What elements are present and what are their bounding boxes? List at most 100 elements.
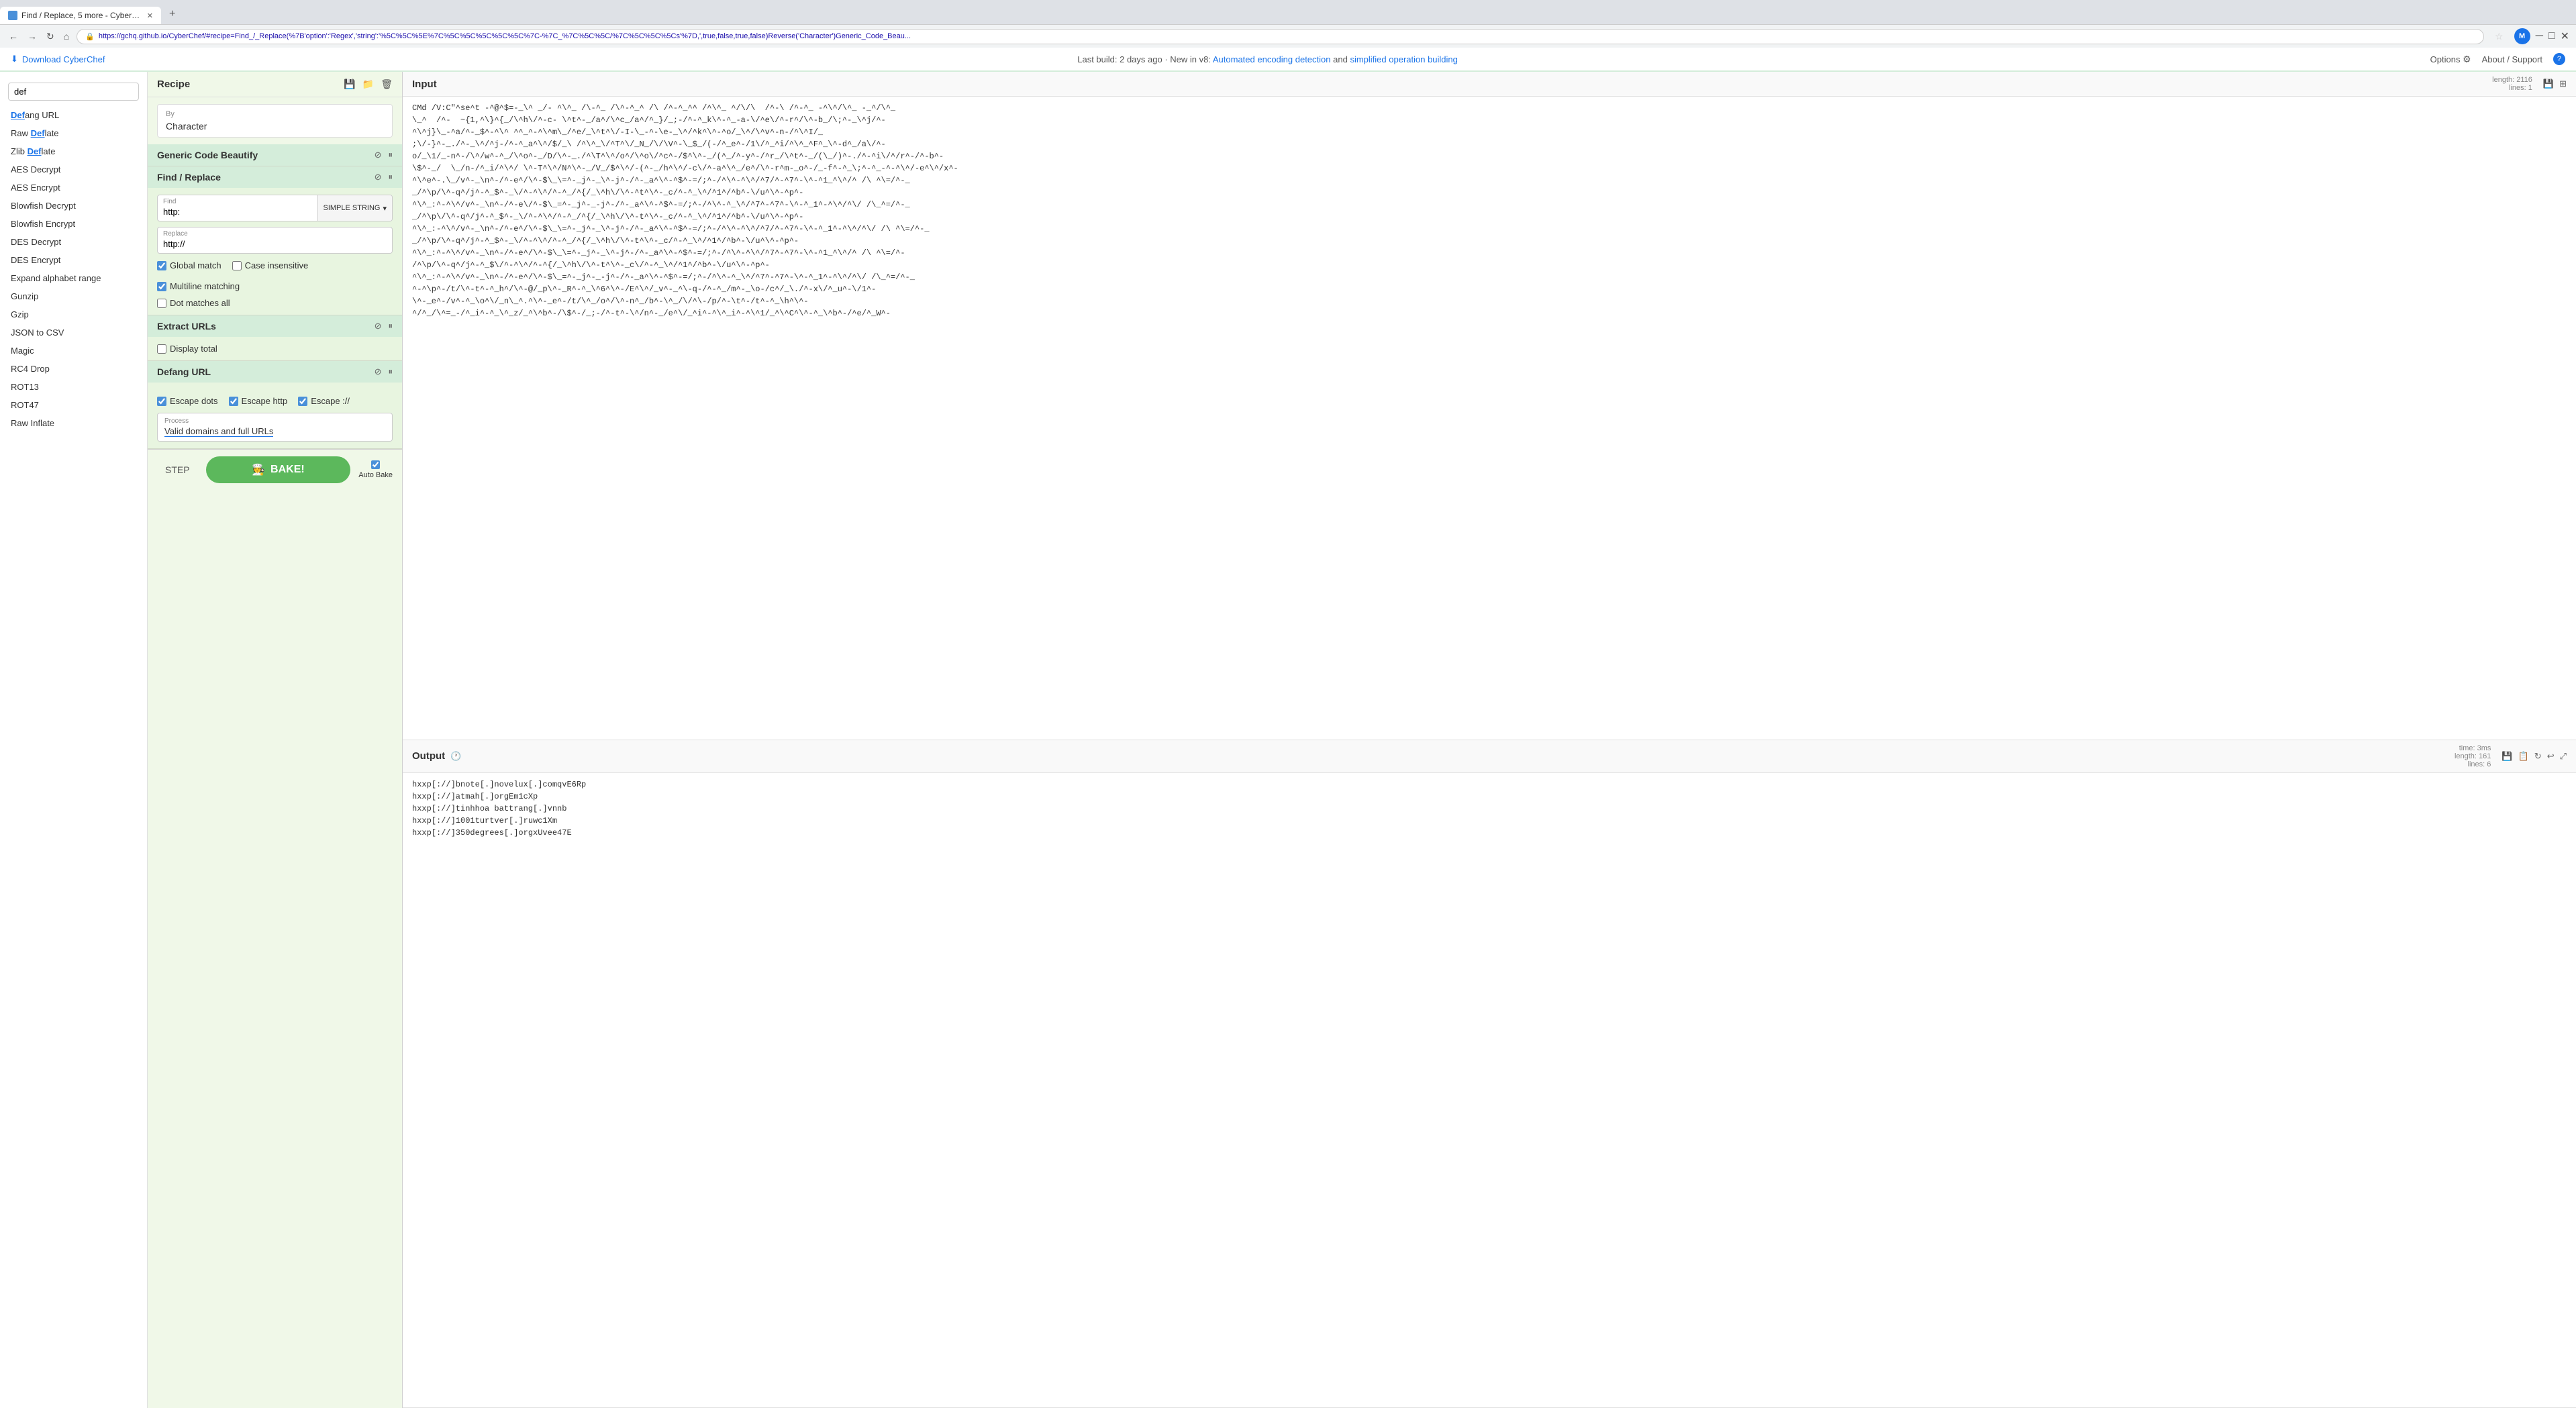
search-input[interactable] [8, 83, 139, 101]
download-cyberchef-button[interactable]: ⬇ Download CyberChef [11, 54, 105, 64]
by-value: Character [166, 121, 384, 132]
profile-button[interactable]: M [2514, 28, 2530, 44]
global-match-checkbox[interactable] [157, 261, 166, 270]
op-extract-urls-header[interactable]: Extract URLs ⊘ ⏸ [148, 315, 402, 337]
url-input[interactable]: 🔒 https://gchq.github.io/CyberChef/#reci… [77, 29, 2484, 44]
replace-label: Replace [158, 228, 392, 238]
case-insensitive-checkbox-label[interactable]: Case insensitive [232, 260, 309, 270]
sidebar-item-blowfish-decrypt[interactable]: Blowfish Decrypt [0, 197, 147, 215]
op-find-replace-disable-button[interactable]: ⊘ [375, 172, 382, 183]
replace-input[interactable] [158, 238, 392, 253]
help-icon[interactable]: ? [2553, 53, 2565, 65]
close-tab-button[interactable]: ✕ [147, 11, 153, 20]
output-content: hxxp[://]bnote[.]novelux[.]comqvE6Rp hxx… [403, 773, 2576, 1408]
auto-bake-label[interactable]: Auto Bake [358, 460, 393, 479]
escape-http-checkbox[interactable] [229, 397, 238, 406]
building-link[interactable]: simplified operation building [1350, 54, 1457, 64]
home-button[interactable]: ⌂ [62, 29, 71, 44]
find-input[interactable] [158, 205, 317, 221]
op-find-replace-pause-button[interactable]: ⏸ [389, 172, 393, 183]
sidebar-item-expand-alphabet[interactable]: Expand alphabet range [0, 269, 147, 287]
case-insensitive-checkbox[interactable] [232, 261, 242, 270]
escape-dots-checkbox[interactable] [157, 397, 166, 406]
options-label: Options [2430, 54, 2461, 64]
dot-matches-checkbox-label[interactable]: Dot matches all [157, 298, 230, 308]
sidebar-item-rot47[interactable]: ROT47 [0, 396, 147, 414]
bake-label: BAKE! [270, 464, 305, 476]
bake-button[interactable]: 🧑‍🍳 BAKE! [206, 456, 351, 483]
op-defang-url-pause-button[interactable]: ⏸ [389, 366, 393, 377]
encoding-link[interactable]: Automated encoding detection [1213, 54, 1331, 64]
output-expand-button[interactable]: ⤢ [2560, 751, 2567, 762]
app-header: ⬇ Download CyberChef Last build: 2 days … [0, 48, 2576, 72]
options-button[interactable]: Options ⚙ [2430, 54, 2471, 65]
op-pause-button[interactable]: ⏸ [389, 150, 393, 160]
escape-dots-label[interactable]: Escape dots [157, 396, 218, 406]
find-type-button[interactable]: SIMPLE STRING ▾ [317, 195, 393, 221]
auto-bake-checkbox[interactable] [371, 460, 380, 469]
recipe-folder-button[interactable]: 📁 [362, 79, 374, 90]
sidebar-item-gunzip[interactable]: Gunzip [0, 287, 147, 305]
input-grid-button[interactable]: ⊞ [2559, 79, 2567, 89]
display-total-checkbox[interactable] [157, 344, 166, 354]
output-title-row: Output 🕐 [412, 750, 461, 762]
escape-slashes-checkbox[interactable] [298, 397, 307, 406]
sidebar-item-gzip[interactable]: Gzip [0, 305, 147, 323]
output-section: Output 🕐 time: 3ms length: 161 lines: 6 … [403, 740, 2576, 1408]
sidebar-item-rc4-drop[interactable]: RC4 Drop [0, 360, 147, 378]
input-content[interactable]: CMd /V:C"^se^t -^@^$=-_\^ _/- ^\^_ /\-^_… [403, 97, 2576, 740]
forward-button[interactable]: → [26, 29, 39, 44]
sidebar-item-des-encrypt[interactable]: DES Encrypt [0, 251, 147, 269]
about-button[interactable]: About / Support [2482, 54, 2542, 64]
active-tab[interactable]: Find / Replace, 5 more - CyberC... ✕ [0, 7, 161, 24]
dot-matches-label: Dot matches all [170, 298, 230, 308]
new-tab-button[interactable]: + [161, 4, 183, 24]
op-extract-urls-pause-button[interactable]: ⏸ [389, 321, 393, 332]
header-and: and [1333, 54, 1350, 64]
sidebar-item-aes-decrypt[interactable]: AES Decrypt [0, 160, 147, 179]
input-save-button[interactable]: 💾 [2543, 79, 2554, 89]
sidebar-item-magic[interactable]: Magic [0, 342, 147, 360]
maximize-button[interactable]: □ [2548, 30, 2555, 42]
input-section: Input length: 2116 lines: 1 💾 ⊞ CMd /V:C… [403, 72, 2576, 740]
back-button[interactable]: ← [7, 29, 20, 44]
sidebar-item-blowfish-encrypt[interactable]: Blowfish Encrypt [0, 215, 147, 233]
op-extract-urls-controls: ⊘ ⏸ [375, 321, 393, 332]
global-match-checkbox-label[interactable]: Global match [157, 260, 221, 270]
recipe-save-button[interactable]: 💾 [344, 79, 355, 90]
output-copy-button[interactable]: 📋 [2518, 751, 2529, 762]
sidebar-item-des-decrypt[interactable]: DES Decrypt [0, 233, 147, 251]
escape-http-label[interactable]: Escape http [229, 396, 288, 406]
sidebar-item-zlib-deflate[interactable]: Zlib Deflate [0, 142, 147, 160]
step-button[interactable]: STEP [157, 460, 198, 479]
sidebar-item-defang-url[interactable]: Defang URL [0, 106, 147, 124]
escape-slashes-label[interactable]: Escape :// [298, 396, 350, 406]
op-disable-button[interactable]: ⊘ [375, 150, 382, 160]
defang-checkboxes: Escape dots Escape http Escape :// [157, 396, 393, 406]
bookmark-icon[interactable]: ☆ [2489, 29, 2509, 44]
output-save-button[interactable]: 💾 [2501, 751, 2512, 762]
minimize-button[interactable]: ─ [2536, 30, 2543, 42]
sidebar-item-json-csv[interactable]: JSON to CSV [0, 323, 147, 342]
close-browser-button[interactable]: ✕ [2561, 30, 2569, 43]
dot-matches-checkbox[interactable] [157, 299, 166, 308]
multiline-checkbox-label[interactable]: Multiline matching [157, 281, 240, 291]
replace-row: Replace [157, 227, 393, 254]
output-refresh-button[interactable]: ↻ [2534, 751, 2542, 762]
multiline-checkbox[interactable] [157, 282, 166, 291]
input-length: length: 2116 [2492, 76, 2532, 84]
op-extract-urls-disable-button[interactable]: ⊘ [375, 321, 382, 332]
op-find-replace-header[interactable]: Find / Replace ⊘ ⏸ [148, 166, 402, 188]
sidebar-item-aes-encrypt[interactable]: AES Encrypt [0, 179, 147, 197]
reload-button[interactable]: ↻ [44, 29, 56, 44]
op-defang-url-disable-button[interactable]: ⊘ [375, 366, 382, 377]
output-undo-button[interactable]: ↩ [2547, 751, 2555, 762]
op-defang-url-header[interactable]: Defang URL ⊘ ⏸ [148, 361, 402, 383]
display-total-checkbox-label[interactable]: Display total [157, 344, 393, 354]
op-generic-code-beautify-header[interactable]: Generic Code Beautify ⊘ ⏸ [148, 144, 402, 166]
recipe-trash-button[interactable]: 🗑 [381, 79, 393, 90]
sidebar-item-raw-deflate[interactable]: Raw Deflate [0, 124, 147, 142]
sidebar-item-raw-inflate[interactable]: Raw Inflate [0, 414, 147, 432]
sidebar-item-rot13[interactable]: ROT13 [0, 378, 147, 396]
input-icons: 💾 ⊞ [2543, 79, 2567, 89]
